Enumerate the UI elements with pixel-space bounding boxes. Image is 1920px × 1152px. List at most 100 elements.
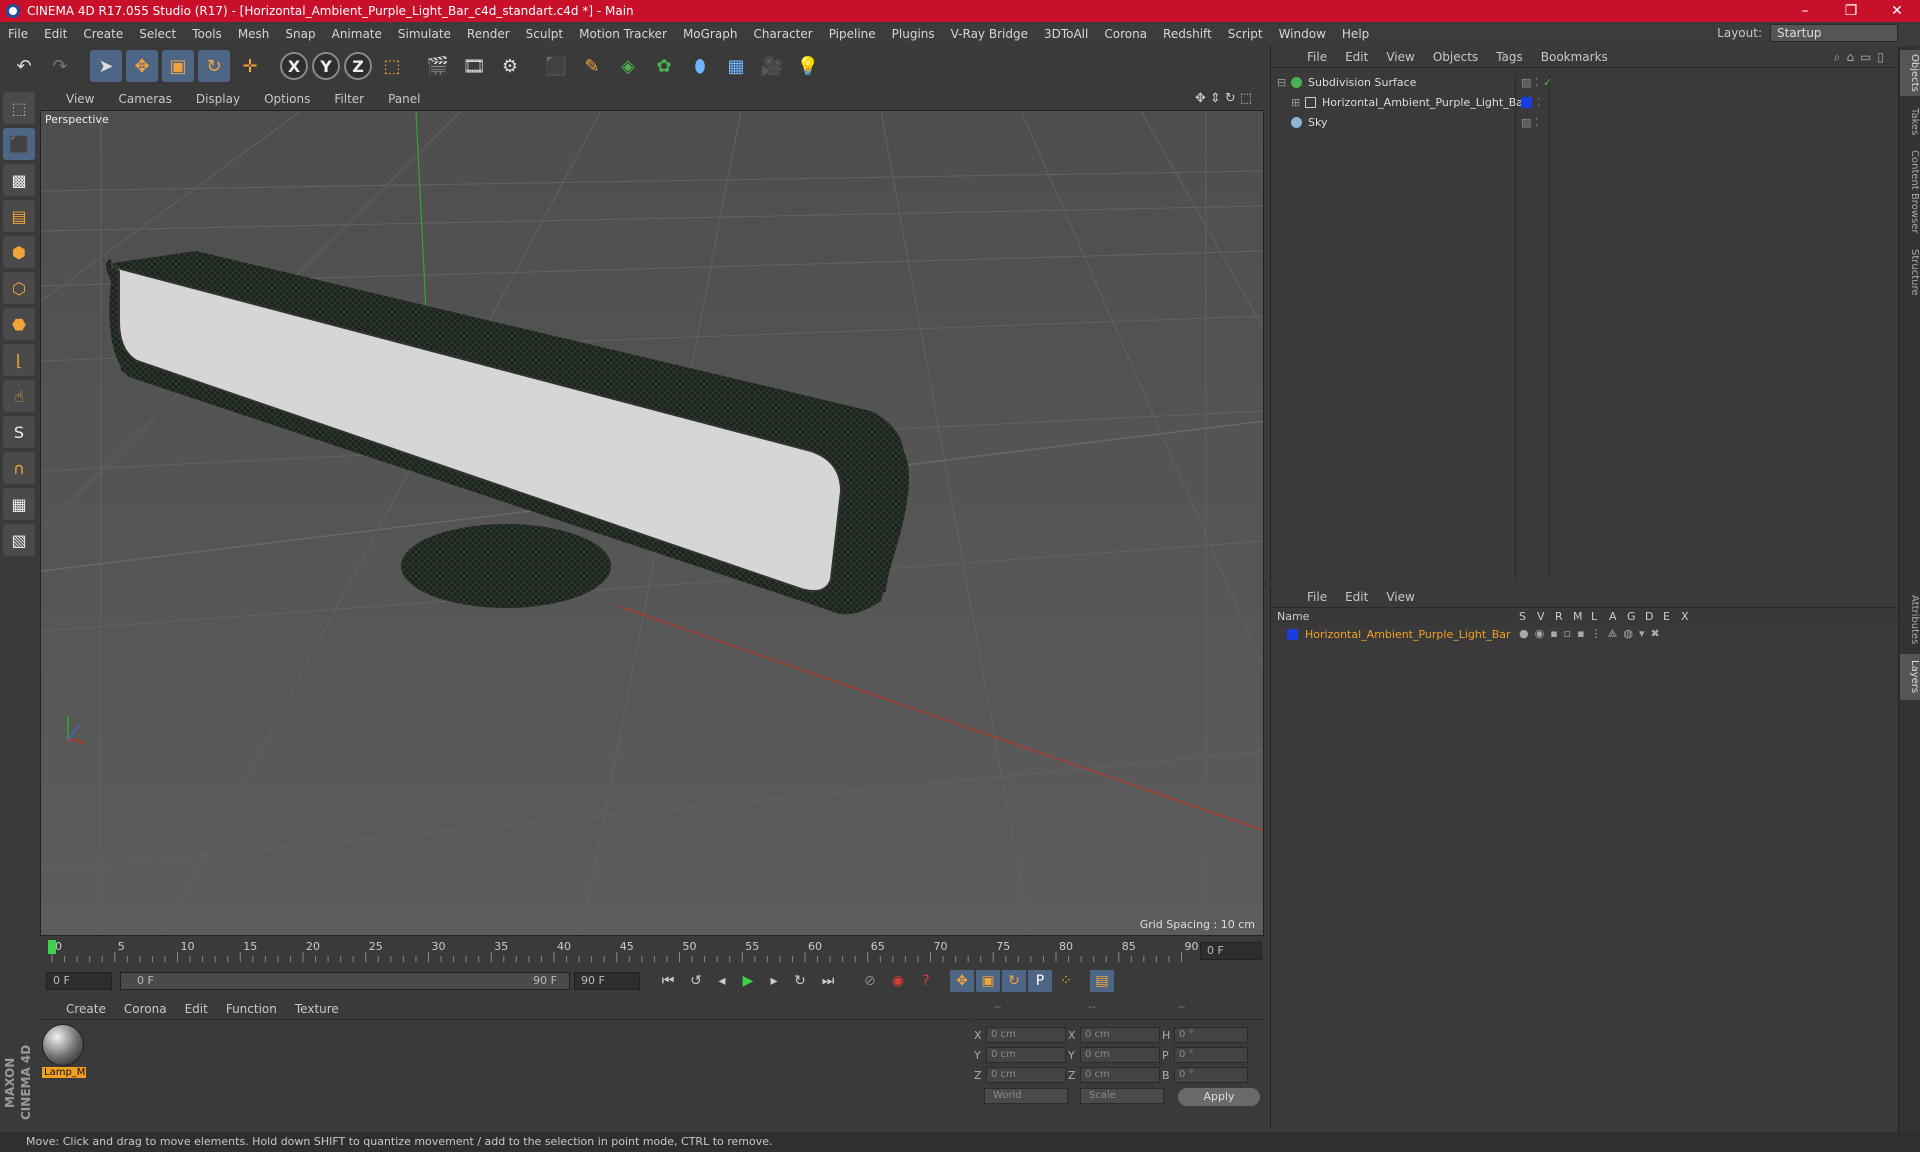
points-mode-icon[interactable]: ⬢ — [3, 236, 35, 268]
polygons-mode-icon[interactable]: ⬣ — [3, 308, 35, 340]
viewport-menu-options[interactable]: Options — [264, 92, 310, 106]
minimize-button[interactable]: – — [1782, 3, 1828, 19]
timeline-ruler[interactable]: 0 5 10 15 20 25 30 35 40 45 50 55 60 65 70 75 80 85 90 0 F — [40, 938, 1264, 964]
menu-simulate[interactable]: Simulate — [398, 27, 451, 41]
x-axis-lock-button[interactable]: X — [280, 52, 308, 80]
subdivision-surface-icon[interactable]: ◈ — [612, 50, 644, 82]
deformer-icon[interactable]: ⬮ — [684, 50, 716, 82]
move-tool-icon[interactable]: ✥ — [126, 50, 158, 82]
menu-create[interactable]: Create — [83, 27, 123, 41]
snap-icon[interactable]: S — [3, 416, 35, 448]
menu-pipeline[interactable]: Pipeline — [829, 27, 876, 41]
close-button[interactable]: ✕ — [1874, 3, 1920, 19]
texture-mode-icon[interactable]: ▩ — [3, 164, 35, 196]
object-manager-tool-icons[interactable]: ⌕⌂▭▯ — [1834, 50, 1890, 65]
object-row-sky[interactable]: Sky ▨ ⁚ — [1271, 112, 1897, 132]
select-tool-icon[interactable]: ➤ — [90, 50, 122, 82]
edges-mode-icon[interactable]: ⬡ — [3, 272, 35, 304]
light-icon[interactable]: 💡 — [792, 50, 824, 82]
undo-button[interactable]: ↶ — [8, 50, 40, 82]
pen-spline-icon[interactable]: ✎ — [576, 50, 608, 82]
menu-tools[interactable]: Tools — [192, 27, 222, 41]
end-frame-field[interactable]: 90 F — [574, 972, 640, 990]
objects-menu-tags[interactable]: Tags — [1496, 50, 1523, 64]
tab-layers[interactable]: Layers — [1900, 654, 1920, 700]
rotate-tool-icon[interactable]: ↻ — [198, 50, 230, 82]
start-frame-field[interactable]: 0 F — [46, 972, 112, 990]
layers-menu-view[interactable]: View — [1386, 590, 1414, 604]
key-pla-icon[interactable]: ⁘ — [1054, 970, 1078, 992]
layer-row[interactable]: Horizontal_Ambient_Purple_Light_Bar ●◉▪▫… — [1271, 626, 1897, 644]
transform-mode-dropdown[interactable]: Scale — [1080, 1088, 1164, 1104]
keyframe-selection-icon[interactable]: ? — [914, 970, 938, 992]
menu-motion-tracker[interactable]: Motion Tracker — [579, 27, 667, 41]
apply-button[interactable]: Apply — [1178, 1088, 1260, 1106]
play-icon[interactable]: ▶ — [736, 970, 760, 992]
size-x-field[interactable]: 0 cm — [1080, 1027, 1160, 1043]
cube-primitive-icon[interactable]: ⬛ — [540, 50, 572, 82]
menu-snap[interactable]: Snap — [285, 27, 315, 41]
material-menu-edit[interactable]: Edit — [185, 1002, 208, 1016]
transform-tool-icon[interactable]: ✛ — [234, 50, 266, 82]
menu-help[interactable]: Help — [1342, 27, 1369, 41]
layer-toggle-icons[interactable]: ●◉▪▫▪⋮⟁◍▾✖ — [1519, 627, 1666, 641]
prev-key-icon[interactable]: ↺ — [684, 970, 708, 992]
visibility-toggle[interactable]: ▨ ⁚ — [1521, 116, 1538, 129]
position-x-field[interactable]: 0 cm — [986, 1027, 1066, 1043]
menu-file[interactable]: File — [8, 27, 28, 41]
key-scale-icon[interactable]: ▣ — [976, 970, 1000, 992]
next-key-icon[interactable]: ↻ — [788, 970, 812, 992]
menu-corona[interactable]: Corona — [1104, 27, 1147, 41]
menu-redshift[interactable]: Redshift — [1163, 27, 1212, 41]
layout-dropdown[interactable]: Startup — [1770, 24, 1898, 42]
position-y-field[interactable]: 0 cm — [986, 1047, 1066, 1063]
menu-animate[interactable]: Animate — [332, 27, 382, 41]
autokey-icon[interactable]: ◉ — [886, 970, 910, 992]
rotation-p-field[interactable]: 0 ° — [1174, 1047, 1248, 1063]
layer-color-swatch[interactable] — [1287, 629, 1298, 640]
timeline-window-icon[interactable]: ▤ — [1090, 970, 1114, 992]
current-frame-field[interactable]: 0 F — [1200, 942, 1262, 960]
workplane-lock-icon[interactable]: ▦ — [3, 488, 35, 520]
render-view-icon[interactable]: 🎬 — [422, 50, 454, 82]
playhead-marker[interactable] — [48, 940, 56, 954]
material-menu-function[interactable]: Function — [226, 1002, 277, 1016]
coordinate-mode-dropdown[interactable]: World — [984, 1088, 1068, 1104]
scale-tool-icon[interactable]: ▣ — [162, 50, 194, 82]
viewport-navigation-icons[interactable]: ✥⇕↻⬚ — [1195, 91, 1256, 106]
menu-mesh[interactable]: Mesh — [238, 27, 270, 41]
workplane-mode-icon[interactable]: ▤ — [3, 200, 35, 232]
key-position-icon[interactable]: ✥ — [950, 970, 974, 992]
object-row-light-bar[interactable]: ⊞ Horizontal_Ambient_Purple_Light_Bar ⁚ — [1271, 92, 1897, 112]
menu-character[interactable]: Character — [753, 27, 812, 41]
menu-render[interactable]: Render — [467, 27, 510, 41]
rotation-h-field[interactable]: 0 ° — [1174, 1027, 1248, 1043]
viewport-menu-display[interactable]: Display — [196, 92, 240, 106]
menu-3dtoall[interactable]: 3DToAll — [1044, 27, 1088, 41]
y-axis-lock-button[interactable]: Y — [312, 52, 340, 80]
step-back-icon[interactable]: ◂ — [710, 970, 734, 992]
camera-icon[interactable]: 🎥 — [756, 50, 788, 82]
tab-takes[interactable]: Takes — [1900, 102, 1920, 142]
size-y-field[interactable]: 0 cm — [1080, 1047, 1160, 1063]
material-swatch[interactable]: Lamp_M — [42, 1024, 86, 1080]
key-rotation-icon[interactable]: ↻ — [1002, 970, 1026, 992]
viewport-menu-panel[interactable]: Panel — [388, 92, 420, 106]
tab-content-browser[interactable]: Content Browser — [1900, 146, 1920, 238]
objects-menu-view[interactable]: View — [1386, 50, 1414, 64]
maximize-button[interactable]: ❐ — [1828, 3, 1874, 19]
menu-mograph[interactable]: MoGraph — [683, 27, 738, 41]
objects-menu-objects[interactable]: Objects — [1433, 50, 1478, 64]
tweak-mode-icon[interactable]: ☝ — [3, 380, 35, 412]
visibility-toggle[interactable]: ▨ ⁚ — [1521, 76, 1538, 89]
tab-structure[interactable]: Structure — [1900, 244, 1920, 300]
menu-plugins[interactable]: Plugins — [892, 27, 935, 41]
enabled-check-icon[interactable]: ✓ — [1543, 76, 1552, 89]
menu-window[interactable]: Window — [1279, 27, 1326, 41]
render-settings-icon[interactable]: ⚙ — [494, 50, 526, 82]
key-parameter-icon[interactable]: P — [1028, 970, 1052, 992]
material-menu-corona[interactable]: Corona — [124, 1002, 167, 1016]
model-mode-icon[interactable]: ⬛ — [3, 128, 35, 160]
objects-menu-edit[interactable]: Edit — [1345, 50, 1368, 64]
goto-start-icon[interactable]: ⏮ — [656, 970, 680, 992]
